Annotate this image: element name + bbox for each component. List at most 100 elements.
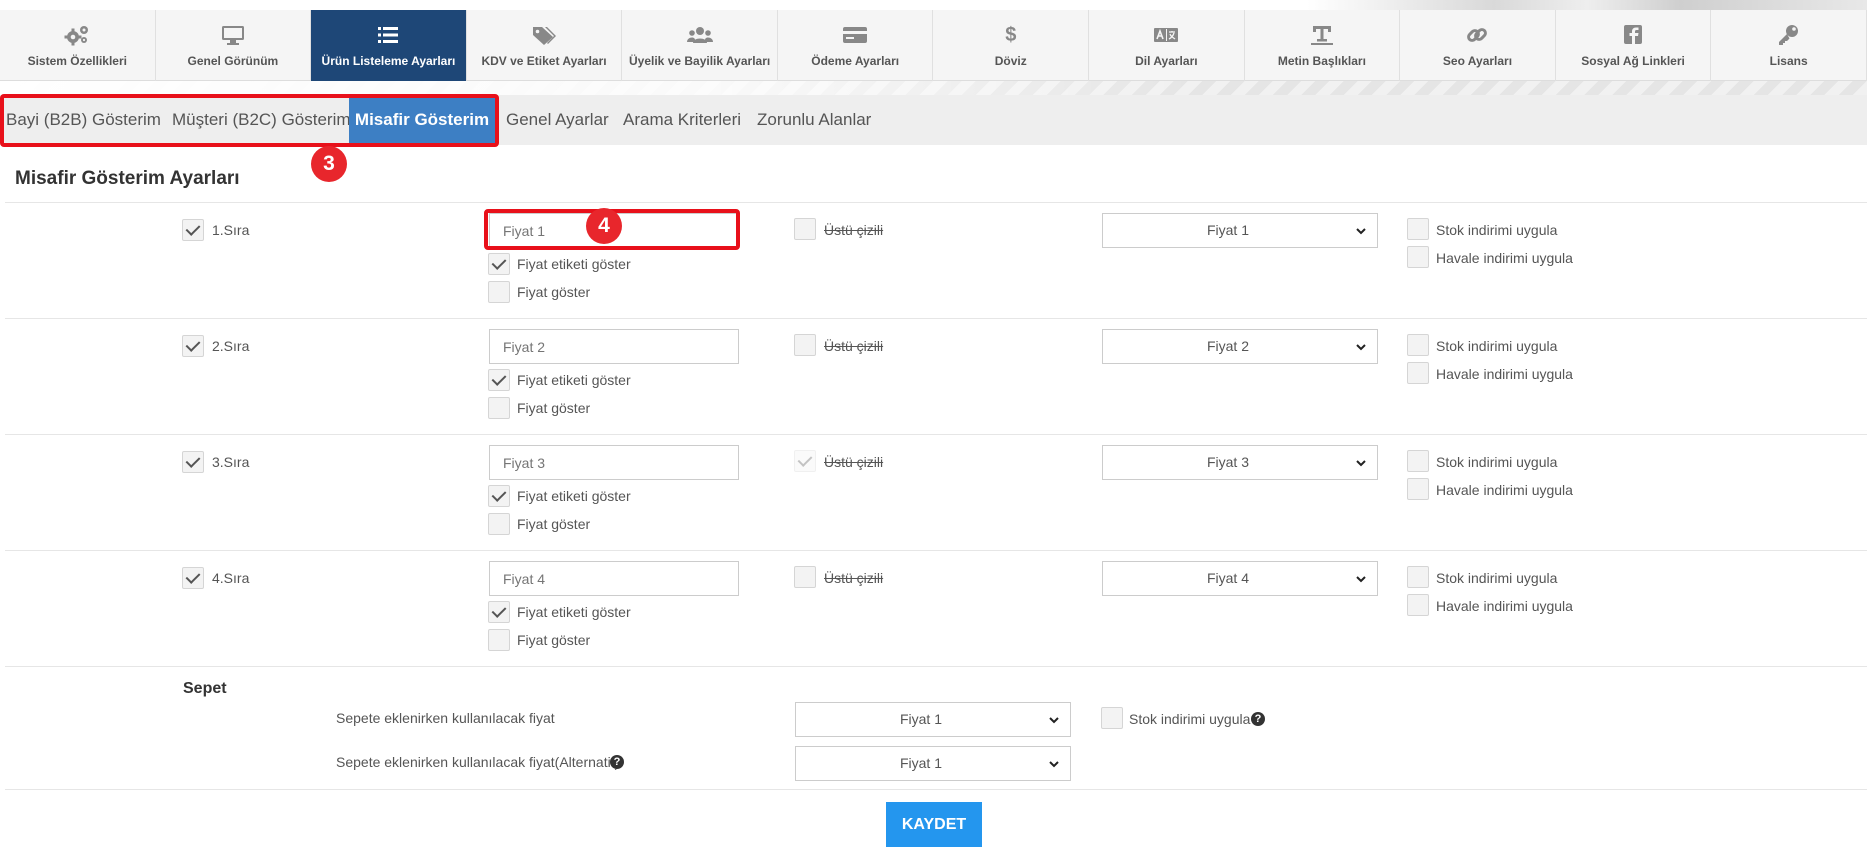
show-price-text: Fiyat göster bbox=[517, 284, 591, 300]
nav-item-odeme-ayarlari[interactable]: Ödeme Ayarları bbox=[778, 10, 934, 81]
show-price-label-checkbox[interactable] bbox=[488, 485, 510, 507]
strikethrough-checkbox[interactable] bbox=[794, 566, 816, 588]
price-type-select[interactable]: Fiyat 1 bbox=[1102, 213, 1378, 248]
show-price-checkbox[interactable] bbox=[488, 397, 510, 419]
nav-label: Döviz bbox=[994, 53, 1027, 68]
nav-item-sosyal-ag-linkleri[interactable]: Sosyal Ağ Linkleri bbox=[1556, 10, 1712, 81]
chevron-down-icon bbox=[1049, 717, 1059, 724]
key-icon bbox=[1776, 24, 1802, 46]
show-price-label-checkbox[interactable] bbox=[488, 253, 510, 275]
strikethrough-checkbox[interactable] bbox=[794, 334, 816, 356]
transfer-discount-checkbox[interactable] bbox=[1407, 362, 1429, 384]
transfer-discount-label: Havale indirimi uygula bbox=[1436, 482, 1573, 498]
nav-item-genel-gorunum[interactable]: Genel Görünüm bbox=[156, 10, 312, 81]
chevron-down-icon bbox=[1049, 761, 1059, 768]
cart-price-select[interactable]: Fiyat 1 bbox=[795, 702, 1071, 737]
select-value: Fiyat 1 bbox=[899, 711, 942, 727]
chevron-down-icon bbox=[1356, 460, 1366, 467]
show-price-checkbox[interactable] bbox=[488, 513, 510, 535]
strikethrough-checkbox[interactable] bbox=[794, 218, 816, 240]
price-name-input[interactable] bbox=[489, 329, 739, 364]
stock-discount-checkbox[interactable] bbox=[1407, 334, 1429, 356]
nav-label: Genel Görünüm bbox=[187, 53, 279, 68]
stock-discount-checkbox[interactable] bbox=[1407, 566, 1429, 588]
nav-item-lisans[interactable]: Lisans bbox=[1711, 10, 1867, 81]
tab-genel-ayarlar[interactable]: Genel Ayarlar bbox=[506, 95, 609, 145]
cart-alt-price-select[interactable]: Fiyat 1 bbox=[795, 746, 1071, 781]
show-price-text: Fiyat göster bbox=[517, 516, 591, 532]
transfer-discount-checkbox[interactable] bbox=[1407, 478, 1429, 500]
nav-item-seo-ayarlari[interactable]: Seo Ayarları bbox=[1400, 10, 1556, 81]
show-price-text: Fiyat göster bbox=[517, 632, 591, 648]
tab-misafir-gosterim[interactable]: Misafir Gösterim bbox=[349, 95, 495, 145]
link-icon bbox=[1464, 24, 1490, 46]
nav-label: Metin Başlıkları bbox=[1277, 53, 1366, 68]
show-price-label-text: Fiyat etiketi göster bbox=[517, 488, 631, 504]
tab-bayi-b2b-gosterim[interactable]: Bayi (B2B) Gösterim bbox=[6, 95, 161, 145]
cart-stock-discount-label: Stok indirimi uygula bbox=[1129, 711, 1251, 727]
transfer-discount-label: Havale indirimi uygula bbox=[1436, 598, 1573, 614]
stock-discount-checkbox[interactable] bbox=[1407, 218, 1429, 240]
nav-label: KDV ve Etiket Ayarları bbox=[481, 53, 607, 68]
help-icon[interactable]: ? bbox=[1251, 712, 1265, 726]
nav-label: Lisans bbox=[1769, 53, 1808, 68]
price-type-select[interactable]: Fiyat 2 bbox=[1102, 329, 1378, 364]
tab-zorunlu-alanlar[interactable]: Zorunlu Alanlar bbox=[757, 95, 871, 145]
nav-item-urun-listeleme-ayarlari[interactable]: Ürün Listeleme Ayarları bbox=[311, 10, 467, 81]
help-icon[interactable]: ? bbox=[610, 755, 624, 769]
price-type-select[interactable]: Fiyat 3 bbox=[1102, 445, 1378, 480]
row-enable-checkbox[interactable] bbox=[182, 567, 204, 589]
select-value: Fiyat 1 bbox=[899, 755, 942, 771]
stock-discount-checkbox[interactable] bbox=[1407, 450, 1429, 472]
transfer-discount-checkbox[interactable] bbox=[1407, 594, 1429, 616]
cart-price-label: Sepete eklenirken kullanılacak fiyat bbox=[336, 710, 555, 726]
show-price-checkbox[interactable] bbox=[488, 629, 510, 651]
transfer-discount-checkbox[interactable] bbox=[1407, 246, 1429, 268]
users-icon bbox=[686, 24, 713, 46]
select-value: Fiyat 1 bbox=[1206, 222, 1249, 238]
cart-stock-discount-checkbox[interactable] bbox=[1101, 707, 1123, 729]
price-name-input[interactable] bbox=[489, 561, 739, 596]
price-name-input[interactable] bbox=[489, 445, 739, 480]
tags-icon bbox=[531, 24, 557, 46]
select-value: Fiyat 2 bbox=[1206, 338, 1249, 354]
row-enable-checkbox[interactable] bbox=[182, 451, 204, 473]
strikethrough-label: Üstü çizili bbox=[824, 338, 884, 354]
credit-card-icon bbox=[842, 24, 868, 46]
show-price-checkbox[interactable] bbox=[488, 281, 510, 303]
tab-arama-kriterleri[interactable]: Arama Kriterleri bbox=[623, 95, 741, 145]
decorative-stripe bbox=[0, 81, 1867, 95]
dollar-icon: $ bbox=[1005, 23, 1017, 46]
cart-alt-price-label: Sepete eklenirken kullanılacak fiyat(Alt… bbox=[336, 754, 620, 770]
nav-item-doviz[interactable]: $ Döviz bbox=[933, 10, 1090, 81]
facebook-icon bbox=[1620, 24, 1646, 46]
row-enable-checkbox[interactable] bbox=[182, 335, 204, 357]
transfer-discount-label: Havale indirimi uygula bbox=[1436, 250, 1573, 266]
row-separator bbox=[5, 318, 1867, 319]
section-title: Misafir Gösterim Ayarları bbox=[15, 168, 240, 189]
nav-label: Ödeme Ayarları bbox=[811, 53, 900, 68]
show-price-label-text: Fiyat etiketi göster bbox=[517, 604, 631, 620]
nav-item-sistem-ozellikleri[interactable]: Sistem Özellikleri bbox=[0, 10, 156, 81]
save-button[interactable]: KAYDET bbox=[886, 802, 982, 847]
nav-item-kdv-ve-etiket-ayarlari[interactable]: KDV ve Etiket Ayarları bbox=[467, 10, 623, 81]
list-icon bbox=[375, 24, 401, 46]
tab-musteri-b2c-gosterim[interactable]: Müşteri (B2C) Gösterim bbox=[172, 95, 351, 145]
transfer-discount-label: Havale indirimi uygula bbox=[1436, 366, 1573, 382]
row-enable-checkbox[interactable] bbox=[182, 219, 204, 241]
nav-label: Sistem Özellikleri bbox=[27, 53, 127, 68]
text-height-icon bbox=[1309, 24, 1335, 46]
chevron-down-icon bbox=[1356, 228, 1366, 235]
show-price-label-checkbox[interactable] bbox=[488, 601, 510, 623]
nav-item-metin-basliklari[interactable]: Metin Başlıkları bbox=[1245, 10, 1401, 81]
nav-item-uyelik-ve-bayilik-ayarlari[interactable]: Üyelik ve Bayilik Ayarları bbox=[622, 10, 778, 81]
price-type-select[interactable]: Fiyat 4 bbox=[1102, 561, 1378, 596]
show-price-label-checkbox[interactable] bbox=[488, 369, 510, 391]
row-separator bbox=[5, 789, 1867, 790]
strikethrough-checkbox[interactable] bbox=[794, 450, 816, 472]
show-price-label-text: Fiyat etiketi göster bbox=[517, 256, 631, 272]
strikethrough-label: Üstü çizili bbox=[824, 570, 884, 586]
nav-item-dil-ayarlari[interactable]: Dil Ayarları bbox=[1089, 10, 1245, 81]
strikethrough-label: Üstü çizili bbox=[824, 222, 884, 238]
show-price-text: Fiyat göster bbox=[517, 400, 591, 416]
